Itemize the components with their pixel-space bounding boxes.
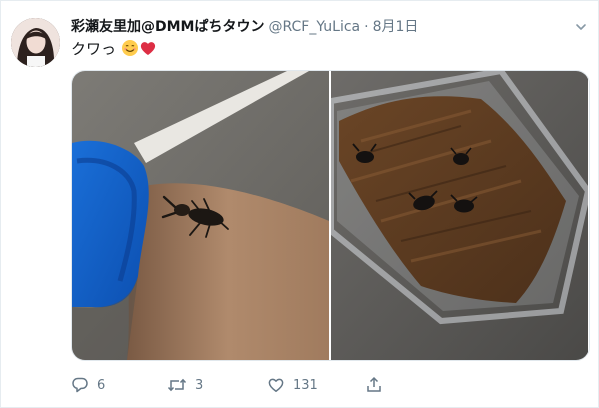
tweet-card[interactable]: 彩瀬友里加@DMMぱちタウン @RCF_YuLica · 8月1日 クワっ 6 … [0, 0, 599, 408]
retweet-icon [167, 376, 187, 394]
tweet-text-content: クワっ [71, 40, 117, 58]
user-handle[interactable]: @RCF_YuLica [268, 19, 360, 35]
reply-button[interactable]: 6 [71, 373, 105, 397]
avatar[interactable] [11, 18, 60, 67]
reply-count: 6 [97, 377, 106, 393]
photo-beetle-on-arm[interactable] [72, 71, 329, 360]
like-count: 131 [293, 377, 318, 393]
smiling-face-emoji-icon [121, 39, 139, 63]
red-heart-emoji-icon [139, 39, 157, 63]
tweet-text: クワっ [71, 38, 157, 63]
like-icon [267, 376, 285, 394]
photo-beetles-in-container[interactable] [331, 71, 588, 360]
share-icon [365, 376, 383, 394]
tweet-media[interactable] [71, 70, 590, 361]
retweet-button[interactable]: 3 [167, 373, 203, 397]
like-button[interactable]: 131 [267, 373, 318, 397]
separator-dot: · [364, 19, 369, 35]
tweet-date[interactable]: 8月1日 [373, 19, 419, 35]
reply-icon [71, 376, 89, 394]
retweet-count: 3 [195, 377, 204, 393]
display-name[interactable]: 彩瀬友里加@DMMぱちタウン [71, 19, 264, 35]
chevron-down-icon[interactable] [574, 19, 588, 33]
tweet-header: 彩瀬友里加@DMMぱちタウン @RCF_YuLica · 8月1日 [71, 16, 418, 38]
tweet-actions: 6 3 131 [71, 373, 401, 397]
share-button[interactable] [365, 373, 383, 397]
